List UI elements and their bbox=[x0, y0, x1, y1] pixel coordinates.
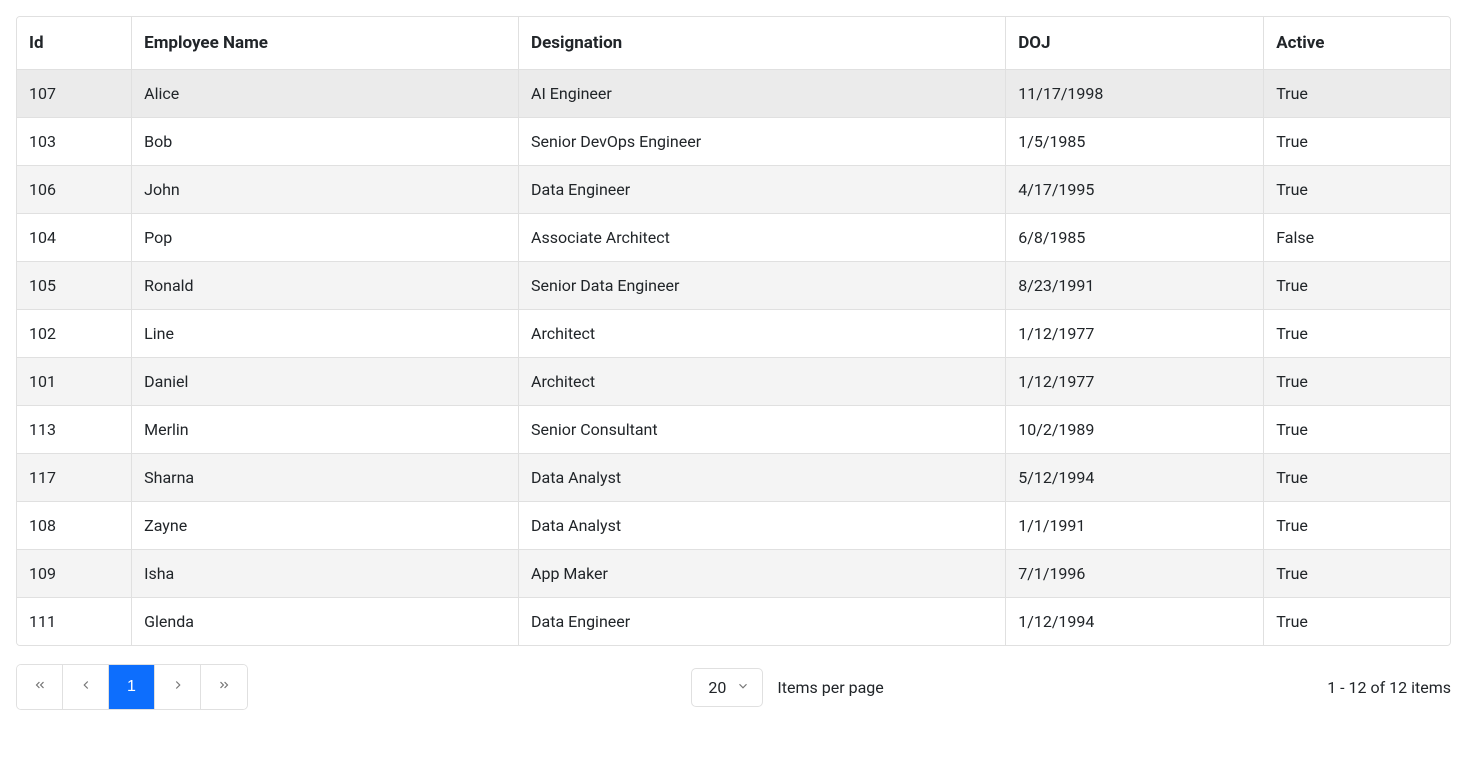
cell-doj: 1/12/1977 bbox=[1006, 358, 1264, 406]
cell-active: True bbox=[1264, 166, 1450, 214]
cell-designation: Senior DevOps Engineer bbox=[519, 118, 1006, 166]
page-size-value: 20 bbox=[708, 678, 726, 697]
cell-active: True bbox=[1264, 598, 1450, 646]
cell-designation: Data Engineer bbox=[519, 166, 1006, 214]
cell-active: True bbox=[1264, 310, 1450, 358]
cell-name: Merlin bbox=[132, 406, 519, 454]
table-header-row: Id Employee Name Designation DOJ Active bbox=[17, 17, 1450, 70]
cell-name: Sharna bbox=[132, 454, 519, 502]
column-header-designation[interactable]: Designation bbox=[519, 17, 1006, 70]
cell-active: True bbox=[1264, 358, 1450, 406]
cell-doj: 1/1/1991 bbox=[1006, 502, 1264, 550]
pager-page-1-button[interactable]: 1 bbox=[109, 665, 155, 709]
table-row[interactable]: 102LineArchitect1/12/1977True bbox=[17, 310, 1450, 358]
chevrons-right-icon bbox=[217, 678, 231, 697]
table-row[interactable]: 107AliceAI Engineer11/17/1998True bbox=[17, 70, 1450, 118]
table-row[interactable]: 113MerlinSenior Consultant10/2/1989True bbox=[17, 406, 1450, 454]
pager-prev-button[interactable] bbox=[63, 665, 109, 709]
cell-name: Alice bbox=[132, 70, 519, 118]
cell-name: Bob bbox=[132, 118, 519, 166]
chevron-left-icon bbox=[79, 678, 93, 697]
cell-designation: Senior Consultant bbox=[519, 406, 1006, 454]
cell-designation: Data Analyst bbox=[519, 454, 1006, 502]
cell-doj: 7/1/1996 bbox=[1006, 550, 1264, 598]
column-header-name[interactable]: Employee Name bbox=[132, 17, 519, 70]
table-row[interactable]: 108ZayneData Analyst1/1/1991True bbox=[17, 502, 1450, 550]
cell-designation: Data Analyst bbox=[519, 502, 1006, 550]
cell-doj: 1/12/1994 bbox=[1006, 598, 1264, 646]
cell-id: 101 bbox=[17, 358, 132, 406]
table-row[interactable]: 101DanielArchitect1/12/1977True bbox=[17, 358, 1450, 406]
cell-active: True bbox=[1264, 502, 1450, 550]
cell-name: John bbox=[132, 166, 519, 214]
cell-doj: 1/12/1977 bbox=[1006, 310, 1264, 358]
table-row[interactable]: 117SharnaData Analyst5/12/1994True bbox=[17, 454, 1450, 502]
cell-id: 106 bbox=[17, 166, 132, 214]
cell-name: Line bbox=[132, 310, 519, 358]
cell-name: Pop bbox=[132, 214, 519, 262]
cell-id: 107 bbox=[17, 70, 132, 118]
cell-doj: 10/2/1989 bbox=[1006, 406, 1264, 454]
page-size-dropdown[interactable]: 20 bbox=[691, 668, 763, 707]
cell-id: 102 bbox=[17, 310, 132, 358]
cell-active: True bbox=[1264, 118, 1450, 166]
cell-id: 105 bbox=[17, 262, 132, 310]
cell-id: 104 bbox=[17, 214, 132, 262]
column-header-id[interactable]: Id bbox=[17, 17, 132, 70]
cell-active: True bbox=[1264, 70, 1450, 118]
cell-id: 108 bbox=[17, 502, 132, 550]
cell-name: Daniel bbox=[132, 358, 519, 406]
table-row[interactable]: 106JohnData Engineer4/17/1995True bbox=[17, 166, 1450, 214]
cell-designation: App Maker bbox=[519, 550, 1006, 598]
column-header-active[interactable]: Active bbox=[1264, 17, 1450, 70]
cell-designation: Data Engineer bbox=[519, 598, 1006, 646]
pager-last-button[interactable] bbox=[201, 665, 247, 709]
pager-next-button[interactable] bbox=[155, 665, 201, 709]
cell-active: False bbox=[1264, 214, 1450, 262]
cell-id: 103 bbox=[17, 118, 132, 166]
cell-name: Ronald bbox=[132, 262, 519, 310]
items-per-page-label: Items per page bbox=[777, 678, 883, 697]
pager-nav: 1 bbox=[16, 664, 248, 710]
cell-id: 111 bbox=[17, 598, 132, 646]
pager-info: 1 - 12 of 12 items bbox=[1327, 678, 1451, 697]
cell-active: True bbox=[1264, 550, 1450, 598]
cell-doj: 5/12/1994 bbox=[1006, 454, 1264, 502]
chevron-down-icon bbox=[736, 678, 750, 697]
cell-designation: Architect bbox=[519, 358, 1006, 406]
employee-grid: Id Employee Name Designation DOJ Active … bbox=[16, 16, 1451, 646]
cell-id: 113 bbox=[17, 406, 132, 454]
cell-designation: Architect bbox=[519, 310, 1006, 358]
cell-designation: AI Engineer bbox=[519, 70, 1006, 118]
cell-id: 109 bbox=[17, 550, 132, 598]
cell-designation: Associate Architect bbox=[519, 214, 1006, 262]
employee-table: Id Employee Name Designation DOJ Active … bbox=[17, 17, 1450, 645]
cell-active: True bbox=[1264, 262, 1450, 310]
chevron-right-icon bbox=[171, 678, 185, 697]
table-row[interactable]: 109IshaApp Maker7/1/1996True bbox=[17, 550, 1450, 598]
cell-name: Glenda bbox=[132, 598, 519, 646]
cell-id: 117 bbox=[17, 454, 132, 502]
pager-first-button[interactable] bbox=[17, 665, 63, 709]
cell-active: True bbox=[1264, 406, 1450, 454]
column-header-doj[interactable]: DOJ bbox=[1006, 17, 1264, 70]
table-row[interactable]: 104PopAssociate Architect6/8/1985False bbox=[17, 214, 1450, 262]
pager-center: 20 Items per page bbox=[260, 668, 1315, 707]
cell-doj: 6/8/1985 bbox=[1006, 214, 1264, 262]
table-row[interactable]: 103BobSenior DevOps Engineer1/5/1985True bbox=[17, 118, 1450, 166]
cell-doj: 1/5/1985 bbox=[1006, 118, 1264, 166]
cell-doj: 8/23/1991 bbox=[1006, 262, 1264, 310]
cell-designation: Senior Data Engineer bbox=[519, 262, 1006, 310]
table-row[interactable]: 111GlendaData Engineer1/12/1994True bbox=[17, 598, 1450, 646]
cell-doj: 11/17/1998 bbox=[1006, 70, 1264, 118]
chevrons-left-icon bbox=[33, 678, 47, 697]
cell-name: Zayne bbox=[132, 502, 519, 550]
cell-name: Isha bbox=[132, 550, 519, 598]
pager-bar: 1 20 Items per page 1 - 12 of 12 items bbox=[16, 664, 1451, 710]
cell-active: True bbox=[1264, 454, 1450, 502]
table-row[interactable]: 105RonaldSenior Data Engineer8/23/1991Tr… bbox=[17, 262, 1450, 310]
cell-doj: 4/17/1995 bbox=[1006, 166, 1264, 214]
